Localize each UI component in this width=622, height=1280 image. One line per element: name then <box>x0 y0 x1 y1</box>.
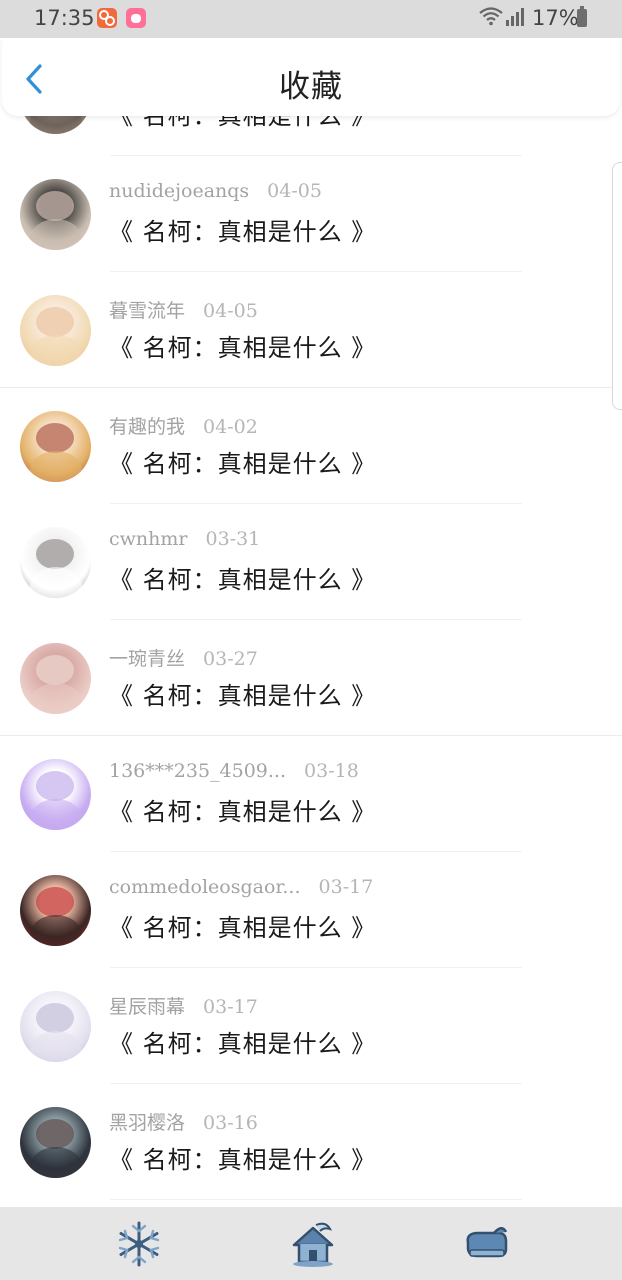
username[interactable]: 星辰雨幕 <box>109 992 185 1019</box>
avatar-shape <box>30 1147 82 1178</box>
avatar-shape <box>36 307 74 337</box>
avatar[interactable] <box>20 116 91 134</box>
username[interactable]: cwnhmr <box>109 528 187 550</box>
nav-mitten-button[interactable] <box>462 1219 512 1269</box>
avatar[interactable] <box>20 643 91 714</box>
post-title[interactable]: 《 名柯：真相是什么 》 <box>109 1140 376 1175</box>
home-icon <box>292 1222 334 1267</box>
wifi-icon <box>479 7 503 26</box>
avatar-shape <box>30 1031 82 1062</box>
avatar[interactable] <box>20 1107 91 1178</box>
list-item[interactable]: 黑羽樱洛 03-16 《 名柯：真相是什么 》 <box>0 1084 622 1200</box>
item-meta: nudidejoeanqs 04-05 <box>109 180 322 202</box>
avatar-shape <box>30 683 82 714</box>
username[interactable]: 黑羽樱洛 <box>109 1108 185 1135</box>
avatar-shape <box>30 116 82 134</box>
avatar[interactable] <box>20 295 91 366</box>
avatar-shape <box>36 1003 74 1033</box>
date: 03-17 <box>203 996 258 1018</box>
avatar[interactable] <box>20 991 91 1062</box>
item-meta: commedoleosgaor... 03-17 <box>109 876 373 898</box>
signal-icon <box>506 8 524 26</box>
item-meta: 星辰雨幕 03-17 <box>109 992 258 1019</box>
header-bar: 收藏 <box>2 38 620 116</box>
username[interactable]: 有趣的我 <box>109 412 185 439</box>
post-title[interactable]: 《 名柯：真相是什么 》 <box>109 1024 376 1059</box>
item-meta: 黑羽樱洛 03-16 <box>109 1108 258 1135</box>
scroll-handle[interactable] <box>612 162 622 410</box>
avatar-shape <box>36 655 74 685</box>
post-title[interactable]: 《 名柯：真相是什么 》 <box>109 328 376 363</box>
avatar-shape <box>30 567 82 598</box>
nav-home-button[interactable] <box>288 1219 338 1269</box>
avatar-shape <box>36 191 74 221</box>
avatar[interactable] <box>20 527 91 598</box>
avatar-shape <box>30 219 82 250</box>
avatar-shape <box>30 799 82 830</box>
post-title[interactable]: 《 名柯：真相是什么 》 <box>109 116 376 131</box>
favorites-screen: 17:35 17% 收藏 Encounter104-12《 名柯：真相是什么 》… <box>0 0 622 1280</box>
username[interactable]: 136***235_4509... <box>109 760 286 782</box>
avatar-shape <box>30 335 82 366</box>
cartoon-app-icon <box>126 8 146 28</box>
bottom-nav <box>0 1207 622 1280</box>
status-time: 17:35 <box>34 6 95 30</box>
avatar-shape <box>36 423 74 453</box>
item-meta: 有趣的我 04-02 <box>109 412 258 439</box>
avatar[interactable] <box>20 179 91 250</box>
post-title[interactable]: 《 名柯：真相是什么 》 <box>109 212 376 247</box>
avatar-shape <box>36 887 74 917</box>
list-item[interactable]: 一琬青丝 03-27 《 名柯：真相是什么 》 <box>0 620 622 736</box>
item-meta: 136***235_4509... 03-18 <box>109 760 359 782</box>
list-item[interactable]: 有趣的我 04-02 《 名柯：真相是什么 》 <box>0 388 622 504</box>
list-item[interactable]: 暮雪流年 04-05 《 名柯：真相是什么 》 <box>0 272 622 388</box>
date: 03-31 <box>205 528 261 550</box>
avatar-shape <box>30 915 82 946</box>
date: 03-27 <box>203 648 258 670</box>
post-title[interactable]: 《 名柯：真相是什么 》 <box>109 908 376 943</box>
post-title[interactable]: 《 名柯：真相是什么 》 <box>109 676 376 711</box>
date: 04-05 <box>203 300 258 322</box>
username[interactable]: 暮雪流年 <box>109 296 185 323</box>
post-title[interactable]: 《 名柯：真相是什么 》 <box>109 792 376 827</box>
kuaishou-app-icon <box>97 8 117 28</box>
page-title: 收藏 <box>279 69 343 105</box>
list-item[interactable]: cwnhmr 03-31 《 名柯：真相是什么 》 <box>0 504 622 620</box>
date: 03-16 <box>203 1112 258 1134</box>
status-bar: 17:35 17% <box>0 0 622 38</box>
username[interactable]: nudidejoeanqs <box>109 180 249 202</box>
mitten-icon <box>466 1227 508 1258</box>
avatar[interactable] <box>20 759 91 830</box>
divider <box>110 1199 522 1200</box>
list-item[interactable]: Encounter104-12《 名柯：真相是什么 》 <box>0 116 622 156</box>
date: 04-02 <box>203 416 258 438</box>
battery-percent: 17% <box>532 6 579 30</box>
post-title[interactable]: 《 名柯：真相是什么 》 <box>109 444 376 479</box>
avatar-shape <box>36 539 74 569</box>
date: 03-17 <box>318 876 374 898</box>
list-item[interactable]: nudidejoeanqs 04-05 《 名柯：真相是什么 》 <box>0 156 622 272</box>
date: 03-18 <box>304 760 359 782</box>
list-item[interactable]: 136***235_4509... 03-18 《 名柯：真相是什么 》 <box>0 736 622 852</box>
avatar-shape <box>36 1119 74 1149</box>
avatar-shape <box>30 451 82 482</box>
item-meta: 暮雪流年 04-05 <box>109 296 258 323</box>
avatar[interactable] <box>20 875 91 946</box>
avatar[interactable] <box>20 411 91 482</box>
item-meta: cwnhmr 03-31 <box>109 528 260 550</box>
post-title[interactable]: 《 名柯：真相是什么 》 <box>109 560 376 595</box>
favorites-list[interactable]: Encounter104-12《 名柯：真相是什么 》nudidejoeanqs… <box>0 116 622 1207</box>
date: 04-05 <box>267 180 322 202</box>
nav-snowflake-button[interactable] <box>114 1219 164 1269</box>
item-meta: 一琬青丝 03-27 <box>109 644 258 671</box>
list-item[interactable]: 星辰雨幕 03-17 《 名柯：真相是什么 》 <box>0 968 622 1084</box>
snowflake-icon <box>118 1221 160 1267</box>
battery-icon <box>577 6 587 27</box>
avatar-shape <box>36 771 74 801</box>
username[interactable]: 一琬青丝 <box>109 644 185 671</box>
list-item[interactable]: commedoleosgaor... 03-17 《 名柯：真相是什么 》 <box>0 852 622 968</box>
username[interactable]: commedoleosgaor... <box>109 876 301 898</box>
